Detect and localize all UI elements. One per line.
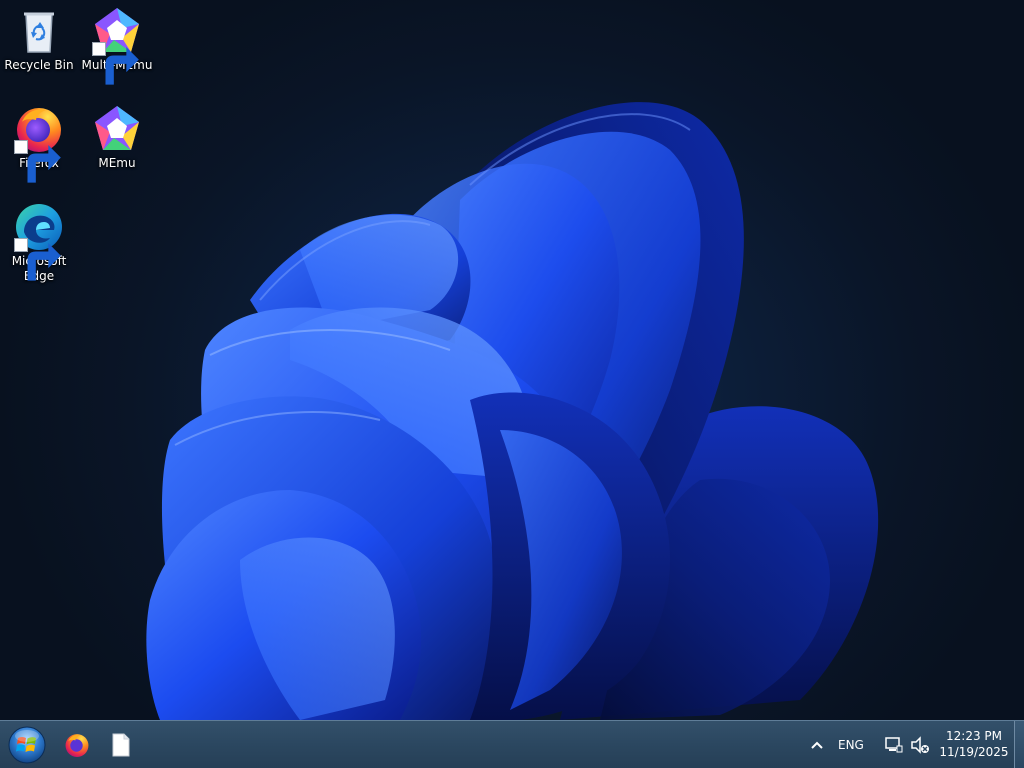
network-button[interactable] [883, 735, 903, 755]
volume-muted-icon [911, 736, 929, 754]
desktop-icon-memu[interactable]: MEmu [79, 104, 155, 171]
taskbar-file-icon [112, 733, 130, 757]
clock[interactable]: 12:23 PM 11/19/2025 [934, 728, 1014, 760]
language-indicator[interactable]: ENG [838, 737, 864, 753]
shortcut-arrow-icon [14, 238, 61, 281]
desktop-icon-recycle-bin[interactable]: Recycle Bin [1, 6, 77, 73]
show-hidden-icons-button[interactable] [806, 733, 828, 757]
recycle-bin-icon [14, 6, 64, 56]
desktop[interactable]: Recycle Bin Multi-MEmu Firefox MEmu Micr… [0, 0, 1024, 720]
taskbar-firefox-button[interactable] [59, 727, 95, 763]
volume-button[interactable] [910, 735, 930, 755]
desktop-icon-firefox[interactable]: Firefox [1, 104, 77, 183]
desktop-icon-label: Recycle Bin [4, 58, 74, 72]
shortcut-arrow-icon [92, 42, 139, 85]
taskbar: ENG 12:23 PM 11/19/2025 [0, 720, 1024, 768]
desktop-icon-microsoft-edge[interactable]: Microsoft Edge [1, 202, 77, 284]
microsoft-edge-icon [14, 202, 64, 281]
network-icon [885, 737, 903, 753]
taskbar-firefox-icon [65, 734, 89, 757]
shortcut-arrow-icon [14, 140, 61, 183]
desktop-icon-multi-memu[interactable]: Multi-MEmu [79, 6, 155, 85]
clock-time: 12:23 PM [946, 729, 1002, 743]
memu-icon [92, 104, 142, 154]
taskbar-file-button[interactable] [103, 727, 139, 763]
firefox-icon [14, 104, 64, 183]
show-desktop-button[interactable] [1014, 721, 1024, 768]
multi-memu-icon [92, 6, 142, 85]
desktop-icon-label: MEmu [98, 156, 136, 170]
start-button[interactable] [4, 723, 50, 767]
clock-date: 11/19/2025 [939, 745, 1009, 759]
windows-orb-icon [8, 726, 46, 764]
chevron-up-icon [811, 741, 823, 749]
